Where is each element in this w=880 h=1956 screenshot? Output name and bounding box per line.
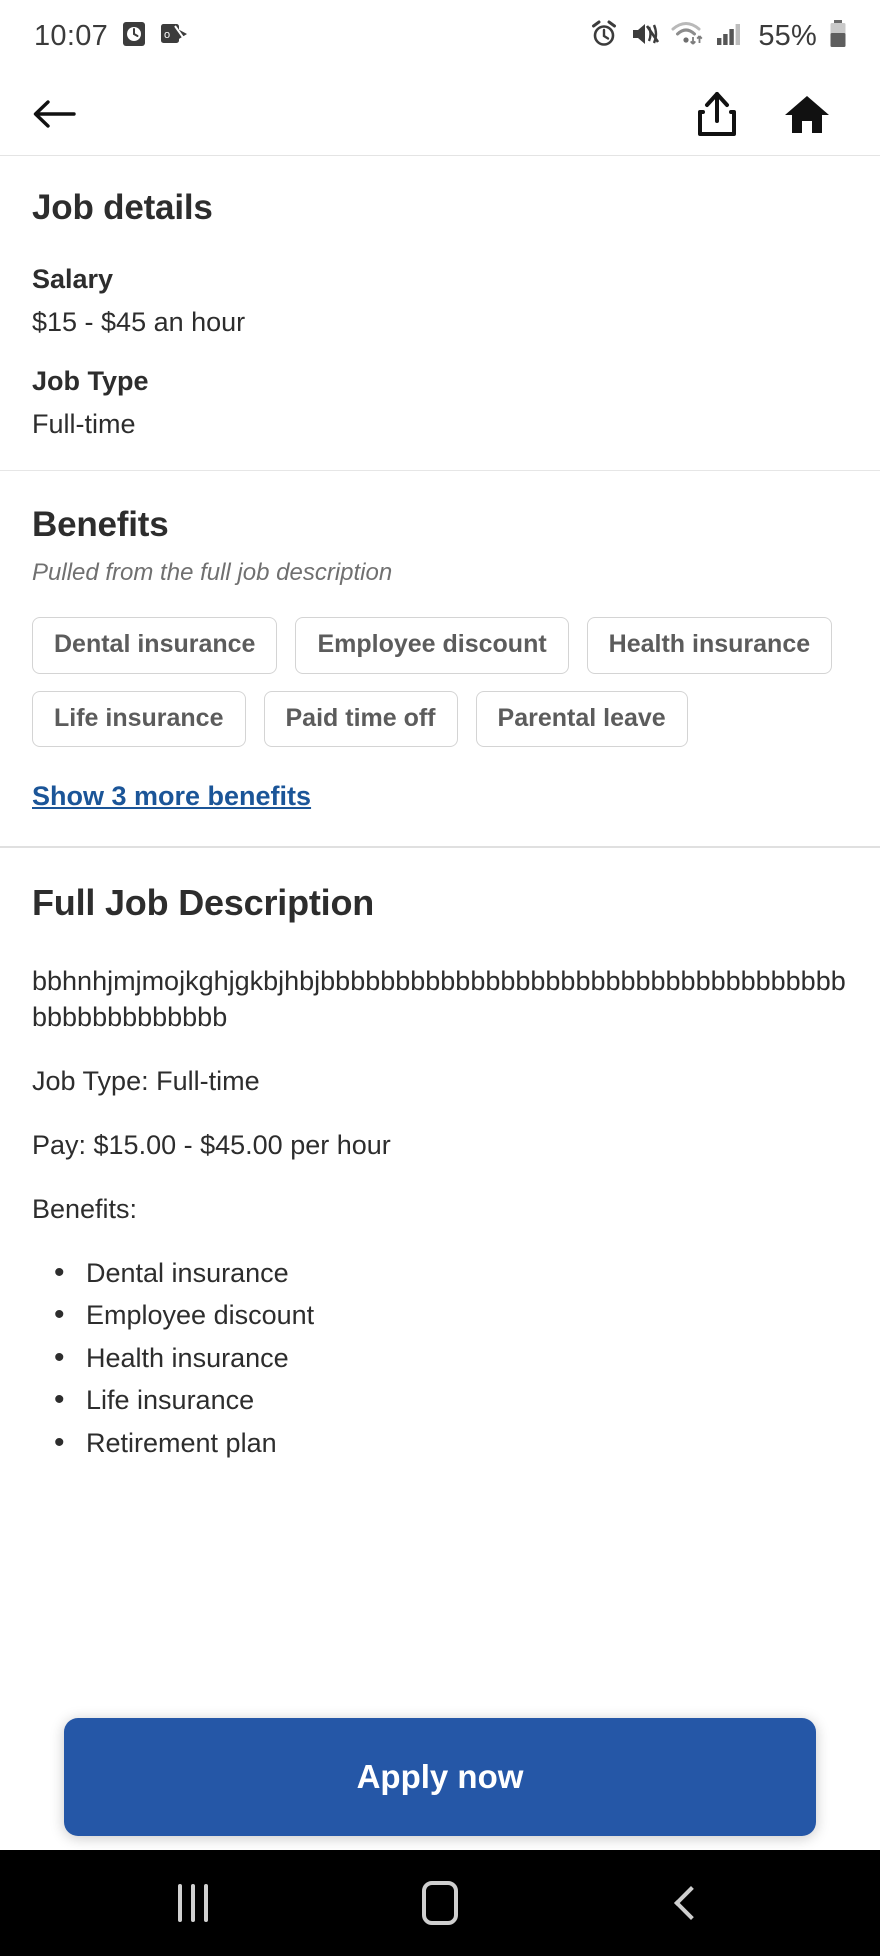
full-job-description-section: Full Job Description bbhnhjmjmojkghjgkbj… xyxy=(0,848,880,1462)
battery-icon xyxy=(828,19,848,54)
list-item: Dental insurance xyxy=(46,1254,848,1292)
svg-text:o: o xyxy=(164,29,170,41)
app-bar-actions xyxy=(696,90,852,138)
share-icon[interactable] xyxy=(696,90,738,138)
benefit-chip[interactable]: Life insurance xyxy=(32,690,246,747)
description-pay-line: Pay: $15.00 - $45.00 per hour xyxy=(32,1129,391,1160)
benefits-title: Benefits xyxy=(32,505,169,544)
show-more-benefits-link[interactable]: Show 3 more benefits xyxy=(32,781,311,812)
description-job-type-line: Job Type: Full-time xyxy=(32,1065,260,1096)
full-job-description-title: Full Job Description xyxy=(32,882,375,923)
app-bar xyxy=(0,72,880,156)
status-bar-clock: 10:07 xyxy=(34,19,109,52)
salary-value: $15 - $45 an hour xyxy=(32,307,246,337)
back-chevron-icon xyxy=(673,1886,708,1920)
benefit-chip-list: Dental insurance Employee discount Healt… xyxy=(32,617,848,747)
home-button[interactable] xyxy=(380,1850,500,1956)
benefit-chip[interactable]: Employee discount xyxy=(295,617,569,674)
job-content-scroll[interactable]: Job details Salary $15 - $45 an hour Job… xyxy=(0,156,880,1850)
status-bar: 10:07 o 55% xyxy=(0,0,880,72)
recent-apps-button[interactable] xyxy=(133,1850,253,1956)
benefit-chip[interactable]: Health insurance xyxy=(586,617,833,674)
salary-label: Salary xyxy=(32,264,114,294)
alarm-icon xyxy=(589,19,619,54)
description-benefits-list: Dental insurance Employee discount Healt… xyxy=(46,1254,848,1462)
back-arrow-icon[interactable] xyxy=(30,94,78,134)
list-item: Retirement plan xyxy=(46,1424,848,1462)
benefits-section: Benefits Pulled from the full job descri… xyxy=(0,471,880,846)
battery-percent-label: 55% xyxy=(758,19,817,52)
job-details-title: Job details xyxy=(32,188,213,227)
job-detail-salary: Salary $15 - $45 an hour xyxy=(32,264,848,338)
description-gibberish-paragraph: bbhnhjmjmojkghjgkbjhbjbbbbbbbbbbbbbbbbbb… xyxy=(32,966,846,1032)
list-item: Life insurance xyxy=(46,1381,848,1419)
status-bar-left: 10:07 o xyxy=(34,20,188,53)
job-type-value: Full-time xyxy=(32,409,136,439)
list-item: Employee discount xyxy=(46,1296,848,1334)
description-benefits-heading: Benefits: xyxy=(32,1193,138,1224)
back-button[interactable] xyxy=(627,1850,747,1956)
android-nav-bar xyxy=(0,1850,880,1956)
benefit-chip[interactable]: Dental insurance xyxy=(32,617,278,674)
list-item: Health insurance xyxy=(46,1339,848,1377)
phone-screen: 10:07 o 55% Job details Salary $15 - $45… xyxy=(0,0,880,1956)
home-square-icon xyxy=(421,1881,458,1925)
apply-button-container: Apply now xyxy=(0,1718,880,1836)
apply-now-button[interactable]: Apply now xyxy=(64,1718,816,1836)
cellular-signal-icon xyxy=(716,21,744,52)
benefits-subtitle: Pulled from the full job description xyxy=(32,559,393,586)
outlook-mail-icon: o xyxy=(160,21,188,52)
home-icon[interactable] xyxy=(784,92,830,136)
recent-apps-icon xyxy=(178,1884,209,1922)
clock-badge-icon xyxy=(121,21,147,52)
job-type-label: Job Type xyxy=(32,366,149,396)
status-bar-right: 55% xyxy=(589,19,848,54)
benefit-chip[interactable]: Paid time off xyxy=(263,690,458,747)
job-details-section: Job details Salary $15 - $45 an hour Job… xyxy=(0,156,880,470)
benefit-chip[interactable]: Parental leave xyxy=(475,690,688,747)
mute-vibrate-icon xyxy=(630,20,660,53)
job-detail-job-type: Job Type Full-time xyxy=(32,366,848,440)
wifi-icon xyxy=(671,20,705,53)
